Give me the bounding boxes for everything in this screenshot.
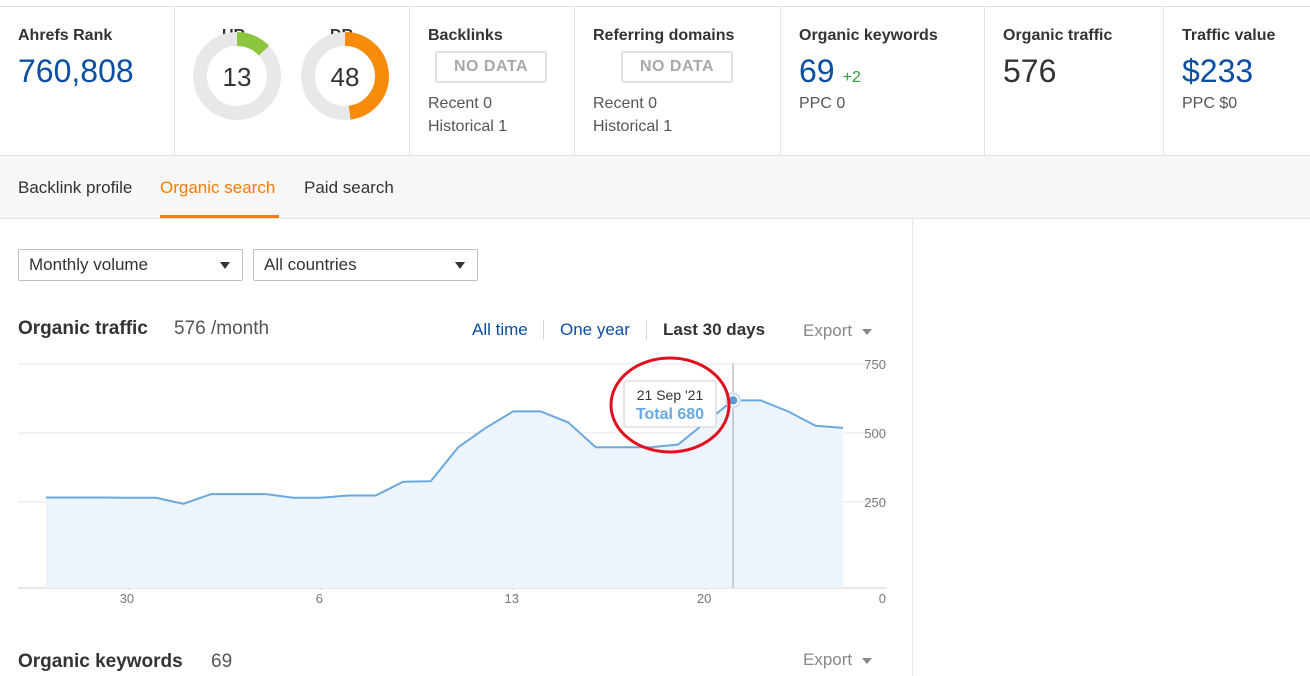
range-all-time[interactable]: All time	[472, 320, 528, 340]
volume-select-value: Monthly volume	[29, 255, 149, 274]
metrics-bar: Ahrefs Rank 760,808 UR 13 DR 48 Backlink…	[0, 6, 1310, 156]
traffic-export-label: Export	[803, 321, 853, 340]
content-divider	[912, 219, 913, 676]
organic-traffic-label: Organic traffic	[1003, 27, 1113, 44]
tab-organic-search[interactable]: Organic search	[160, 178, 275, 198]
organic-keywords-label: Organic keywords	[799, 27, 938, 44]
organic-traffic-card: Organic traffic 576	[985, 7, 1164, 155]
active-tab-indicator	[160, 215, 279, 218]
traffic-value-label: Traffic value	[1182, 27, 1276, 44]
organic-keywords-card: Organic keywords 69 +2 PPC 0	[781, 7, 985, 155]
ur-gauge-arc	[236, 32, 270, 56]
organic-keywords-ppc: PPC 0	[799, 95, 846, 112]
organic-traffic-title: Organic traffic	[18, 318, 148, 339]
backlinks-card: Backlinks NO DATA Recent 0 Historical 1	[410, 7, 575, 155]
backlinks-historical[interactable]: Historical 1	[428, 118, 507, 136]
organic-keywords-value-row: 69 +2	[799, 53, 861, 90]
keywords-export-label: Export	[803, 650, 853, 669]
tab-backlink-profile[interactable]: Backlink profile	[18, 178, 132, 198]
traffic-export-button[interactable]: Export	[803, 321, 873, 341]
x-tick-label: 13	[504, 591, 518, 606]
range-last-30-days[interactable]: Last 30 days	[663, 320, 765, 340]
country-select[interactable]: All countries	[253, 249, 478, 281]
caret-down-icon	[862, 657, 873, 664]
dr-value: 48	[330, 62, 360, 92]
referring-domains-no-data-badge: NO DATA	[621, 51, 733, 83]
organic-traffic-monthly: 576 /month	[174, 318, 270, 339]
traffic-value-card: Traffic value $233 PPC $0	[1164, 7, 1310, 155]
traffic-area	[46, 400, 843, 588]
range-separator	[646, 320, 647, 340]
organic-keywords-title: Organic keywords	[18, 651, 183, 672]
section-tabs: Backlink profile Organic search Paid sea…	[0, 156, 1310, 219]
ahrefs-rank-label: Ahrefs Rank	[18, 27, 113, 44]
ahrefs-rank-card: Ahrefs Rank 760,808	[0, 7, 175, 155]
x-tick-label: 6	[316, 591, 323, 606]
ahrefs-rank-value[interactable]: 760,808	[18, 53, 134, 90]
country-select-value: All countries	[264, 255, 357, 274]
y-tick-label: 750	[864, 357, 886, 372]
tooltip-total: Total 680	[636, 406, 704, 423]
backlinks-label: Backlinks	[428, 27, 503, 44]
x-tick-label: 30	[120, 591, 134, 606]
organic-traffic-chart: 750 500 250 0 30 6 13 20 21 Sep '21 Total 680	[18, 356, 887, 606]
referring-domains-historical[interactable]: Historical 1	[593, 118, 672, 136]
organic-keywords-count: 69	[211, 651, 233, 672]
organic-keywords-delta: +2	[842, 69, 861, 86]
x-tick-label: 20	[697, 591, 711, 606]
y-tick-label: 500	[864, 426, 886, 441]
organic-keywords-value[interactable]: 69	[799, 53, 835, 89]
range-one-year[interactable]: One year	[560, 320, 630, 340]
y-tick-label: 0	[879, 591, 886, 606]
backlinks-no-data-badge: NO DATA	[435, 51, 547, 83]
organic-traffic-value: 576	[1003, 53, 1057, 89]
dr-gauge: 48	[300, 31, 390, 121]
range-separator	[543, 320, 544, 340]
volume-select[interactable]: Monthly volume	[18, 249, 243, 281]
rating-card: UR 13 DR 48	[175, 7, 410, 155]
referring-domains-card: Referring domains NO DATA Recent 0 Histo…	[575, 7, 781, 155]
chevron-down-icon	[455, 262, 465, 269]
traffic-value-ppc: PPC $0	[1182, 95, 1238, 112]
tab-paid-search[interactable]: Paid search	[304, 178, 394, 198]
referring-domains-recent[interactable]: Recent 0	[593, 95, 657, 113]
traffic-value-value[interactable]: $233	[1182, 53, 1253, 90]
caret-down-icon	[862, 328, 873, 335]
tooltip-date: 21 Sep '21	[637, 387, 704, 403]
referring-domains-label: Referring domains	[593, 27, 735, 44]
keywords-export-button[interactable]: Export	[803, 650, 873, 670]
backlinks-recent[interactable]: Recent 0	[428, 95, 492, 113]
ur-gauge: 13	[192, 31, 282, 121]
ur-value: 13	[222, 62, 252, 92]
chevron-down-icon	[220, 262, 230, 269]
y-tick-label: 250	[864, 495, 886, 510]
